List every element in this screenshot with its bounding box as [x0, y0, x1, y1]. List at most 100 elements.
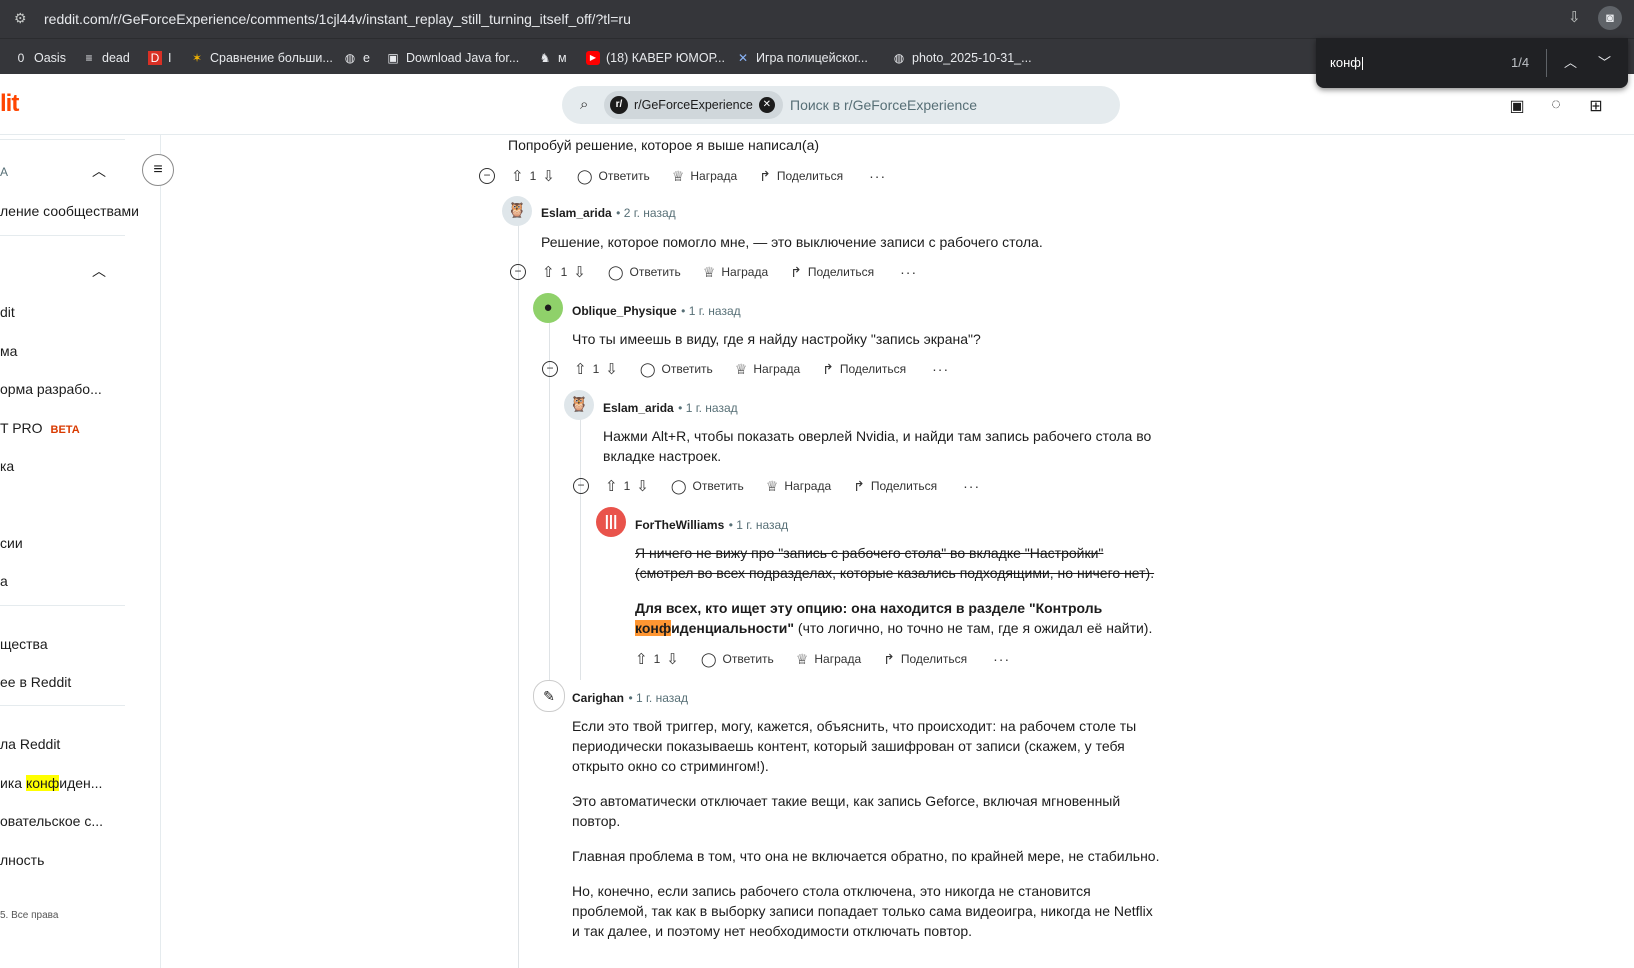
comment-body: Что ты имеешь в виду, где я найду настро… [572, 331, 981, 347]
more-options-icon[interactable]: ··· [932, 361, 949, 377]
comment-author[interactable]: Carighan [572, 691, 624, 705]
avatar[interactable]: ✎ [533, 680, 565, 712]
sidebar-section-title: А [0, 165, 9, 179]
chat-icon[interactable]: ◌ [1545, 96, 1567, 116]
create-post-icon[interactable]: ⊞ [1585, 96, 1607, 116]
sidebar-item[interactable]: dit [0, 304, 15, 320]
sidebar-item[interactable]: орма разрабо... [0, 381, 102, 397]
search-bar[interactable]: ⌕ r/ r/GeForceExperience ✕ Поиск в r/GeF… [562, 86, 1120, 124]
avatar[interactable]: ● [533, 293, 563, 323]
avatar[interactable]: 🦉 [502, 196, 532, 226]
more-options-icon[interactable]: ··· [963, 478, 980, 494]
profile-icon[interactable]: ◙ [1598, 6, 1622, 30]
comment-author[interactable]: Oblique_Physique [572, 304, 677, 318]
collapse-thread-icon[interactable]: − [510, 264, 526, 280]
upvote-icon[interactable]: ⇧ [605, 477, 618, 495]
reply-button[interactable]: ◯ Ответить [701, 651, 774, 668]
share-icon: ↱ [759, 167, 771, 184]
comment-author[interactable]: ForTheWilliams [635, 518, 724, 532]
collapse-thread-icon[interactable]: − [479, 168, 495, 184]
bookmark-item[interactable]: ◍ photo_2025-10-31_... [892, 49, 1032, 67]
downvote-icon[interactable]: ⇩ [636, 477, 649, 495]
bookmark-item[interactable]: ≡ dead [82, 49, 129, 67]
downvote-icon[interactable]: ⇩ [542, 167, 555, 185]
share-icon: ↱ [822, 360, 834, 377]
sidebar-item[interactable]: T PRO BETA [0, 420, 80, 436]
upvote-icon[interactable]: ⇧ [511, 167, 524, 185]
chevron-up-icon[interactable]: ︿ [92, 161, 106, 181]
upvote-icon[interactable]: ⇧ [574, 360, 587, 378]
collapse-thread-icon[interactable]: − [542, 361, 558, 377]
comment-time: 1 г. назад [736, 518, 789, 532]
share-button[interactable]: ↱ Поделиться [759, 168, 843, 185]
bookmark-item[interactable]: ♞ м [538, 49, 567, 67]
downvote-icon[interactable]: ⇩ [666, 650, 679, 668]
sidebar-item[interactable]: лность [0, 852, 44, 868]
sidebar-item-privacy[interactable]: ика конфиден... [0, 775, 102, 791]
award-button[interactable]: ♕ Награда [672, 168, 737, 185]
share-button[interactable]: ↱ Поделиться [853, 478, 937, 495]
more-options-icon[interactable]: ··· [869, 168, 886, 184]
sidebar-item[interactable]: ма [0, 343, 17, 359]
site-info-icon[interactable]: ⚙ [14, 10, 32, 28]
sidebar-divider [0, 139, 125, 140]
bookmark-item[interactable]: ▣ Download Java for... [386, 49, 519, 67]
bookmark-favicon-icon: ◍ [893, 51, 905, 65]
subreddit-search-chip[interactable]: r/ r/GeForceExperience ✕ [604, 91, 783, 119]
thread-line [518, 222, 519, 968]
award-button[interactable]: ♕ Награда [766, 478, 831, 495]
bookmark-item[interactable]: ✶ Сравнение больши... [190, 49, 333, 67]
bookmark-item[interactable]: ▶ (18) КАВЕР ЮМОР... [586, 49, 725, 67]
sidebar-item[interactable]: ее в Reddit [0, 674, 71, 690]
bookmark-favicon-icon: ≡ [85, 51, 93, 65]
thread-line [580, 412, 581, 680]
share-button[interactable]: ↱ Поделиться [822, 361, 906, 378]
upvote-icon[interactable]: ⇧ [635, 650, 648, 668]
collapse-thread-icon[interactable]: − [573, 478, 589, 494]
address-bar[interactable]: reddit.com/r/GeForceExperience/comments/… [44, 11, 631, 27]
find-previous-icon[interactable]: ︿ [1564, 52, 1577, 71]
avatar[interactable]: ||| [596, 507, 626, 537]
chevron-up-icon[interactable]: ︿ [92, 261, 106, 281]
bookmark-item[interactable]: 0 Oasis [14, 49, 66, 67]
reply-button[interactable]: ◯ Ответить [640, 361, 713, 378]
bookmark-favicon-icon: D [148, 51, 162, 65]
more-options-icon[interactable]: ··· [993, 651, 1010, 667]
sidebar-item[interactable]: щества [0, 636, 48, 652]
share-button[interactable]: ↱ Поделиться [883, 651, 967, 668]
award-button[interactable]: ♕ Награда [796, 651, 861, 668]
award-button[interactable]: ♕ Награда [735, 361, 800, 378]
upvote-icon[interactable]: ⇧ [542, 263, 555, 281]
share-button[interactable]: ↱ Поделиться [790, 264, 874, 281]
sidebar-item[interactable]: ла Reddit [0, 736, 60, 752]
comment-author[interactable]: Eslam_arida [603, 401, 674, 415]
bookmark-item[interactable]: ✕ Игра полицейског... [736, 49, 868, 67]
reply-button[interactable]: ◯ Ответить [671, 478, 744, 495]
clear-chip-icon[interactable]: ✕ [758, 97, 775, 113]
avatar[interactable]: 🦉 [564, 390, 594, 420]
sidebar-item[interactable]: овательское с... [0, 813, 103, 829]
more-options-icon[interactable]: ··· [900, 264, 917, 280]
bookmark-favicon-icon: ▶ [586, 51, 600, 65]
sidebar-item[interactable]: ка [0, 458, 14, 474]
install-app-icon[interactable]: ⇩ [1568, 8, 1590, 28]
comment-body: Я ничего не вижу про "запись с рабочего … [635, 545, 1155, 636]
sidebar-item[interactable]: сии [0, 535, 23, 551]
comment-actions: ⇧ 1 ⇩ ◯ Ответить ♕ Награда ↱ Поделиться ··· [635, 648, 1010, 670]
find-input[interactable]: конф [1330, 55, 1363, 71]
reply-button[interactable]: ◯ Ответить [577, 168, 650, 185]
sidebar-toggle-button[interactable]: ≡ [142, 154, 174, 186]
downvote-icon[interactable]: ⇩ [573, 263, 586, 281]
advertise-icon[interactable]: ▣ [1506, 96, 1528, 116]
bookmark-item[interactable]: ◍ e [343, 49, 370, 67]
comment-body: Попробуй решение, которое я выше написал… [508, 137, 820, 153]
reply-button[interactable]: ◯ Ответить [608, 264, 681, 281]
sidebar-item[interactable]: ление сообществами [0, 203, 139, 219]
bookmark-item[interactable]: DI [148, 49, 171, 67]
sidebar-item[interactable]: а [0, 573, 8, 589]
reddit-logo[interactable]: lit [0, 90, 19, 118]
find-next-icon[interactable]: ﹀ [1598, 52, 1611, 71]
comment-author[interactable]: Eslam_arida [541, 206, 612, 220]
award-button[interactable]: ♕ Награда [703, 264, 768, 281]
downvote-icon[interactable]: ⇩ [605, 360, 618, 378]
